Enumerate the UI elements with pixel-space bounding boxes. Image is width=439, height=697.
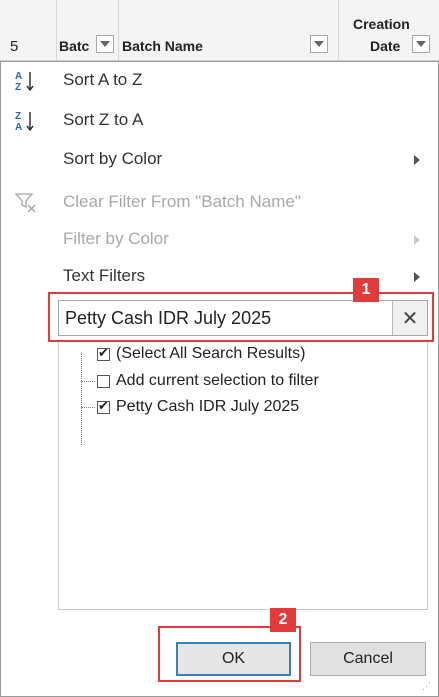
list-item-label: Petty Cash IDR July 2025	[116, 398, 300, 415]
sort-a-to-z-label: Sort A to Z	[63, 70, 143, 89]
filter-values-list: (Select All Search Results) Add current …	[58, 340, 428, 610]
tree-connector	[81, 353, 82, 445]
column-header-batch-short-label: Batc	[59, 38, 90, 54]
submenu-arrow-icon	[414, 235, 420, 245]
clear-filter-label: Clear Filter From "Batch Name"	[63, 192, 301, 211]
cancel-button[interactable]: Cancel	[310, 642, 426, 676]
chevron-down-icon	[314, 41, 324, 47]
batch-name-filter-button[interactable]	[310, 35, 328, 53]
checkbox-unchecked[interactable]	[97, 374, 110, 388]
sort-by-color-label: Sort by Color	[63, 149, 163, 168]
clear-filter-icon	[14, 192, 37, 218]
column-header-batch-name-label: Batch Name	[122, 38, 203, 54]
cancel-button-label: Cancel	[343, 650, 393, 667]
submenu-arrow-icon	[414, 155, 420, 165]
chevron-down-icon	[100, 41, 110, 47]
list-item-petty-cash[interactable]: Petty Cash IDR July 2025	[97, 398, 299, 416]
list-item-label: Add current selection to filter	[116, 372, 319, 389]
column-header-batch-short: Batc	[56, 0, 119, 60]
checkbox-checked[interactable]	[97, 398, 110, 414]
filter-by-color-label: Filter by Color	[63, 229, 169, 248]
text-filters-label: Text Filters	[63, 266, 146, 285]
column-header-batch-name: Batch Name	[118, 0, 339, 60]
row-number-cell: 5	[0, 0, 57, 60]
submenu-arrow-icon	[414, 272, 420, 282]
tree-connector	[81, 381, 95, 382]
annotation-badge-1: 1	[353, 278, 379, 302]
tree-connector	[81, 407, 95, 408]
annotation-badge-2: 2	[270, 608, 296, 632]
creation-date-filter-button[interactable]	[412, 35, 430, 53]
checkbox-checked[interactable]	[97, 345, 110, 361]
menu-item-sort-by-color[interactable]: Sort by Color	[1, 142, 438, 176]
column-header-row: 5 Batc Batch Name Creation Date	[0, 0, 439, 61]
svg-text:A: A	[15, 122, 22, 132]
svg-text:Z: Z	[15, 111, 21, 122]
resize-grip-icon[interactable]: ⋰	[422, 681, 432, 692]
chevron-down-icon	[416, 41, 426, 47]
sort-descending-icon: Z A	[15, 110, 37, 136]
list-item-select-all[interactable]: (Select All Search Results)	[97, 345, 305, 363]
annotation-highlight-ok	[158, 626, 301, 682]
autofilter-menu: A Z Sort A to Z Z A Sort Z to A Sort by …	[0, 61, 439, 697]
list-item-label: (Select All Search Results)	[116, 345, 306, 362]
list-item-add-current-selection[interactable]: Add current selection to filter	[97, 372, 319, 390]
batch-short-filter-button[interactable]	[96, 35, 114, 53]
column-header-creation-date: Creation Date	[338, 0, 438, 60]
menu-item-sort-z-to-a[interactable]: Z A Sort Z to A	[1, 103, 438, 137]
sort-z-to-a-label: Sort Z to A	[63, 110, 144, 129]
menu-item-sort-a-to-z[interactable]: A Z Sort A to Z	[1, 62, 438, 96]
svg-text:Z: Z	[15, 82, 21, 92]
menu-item-filter-by-color: Filter by Color	[1, 223, 438, 257]
svg-text:A: A	[15, 71, 22, 82]
sort-ascending-icon: A Z	[15, 70, 37, 96]
column-header-creation-label-line2: Date	[370, 38, 401, 54]
column-header-creation-label-line1: Creation	[353, 16, 410, 32]
row-number: 5	[10, 38, 19, 55]
menu-item-clear-filter: Clear Filter From "Batch Name"	[1, 184, 438, 218]
